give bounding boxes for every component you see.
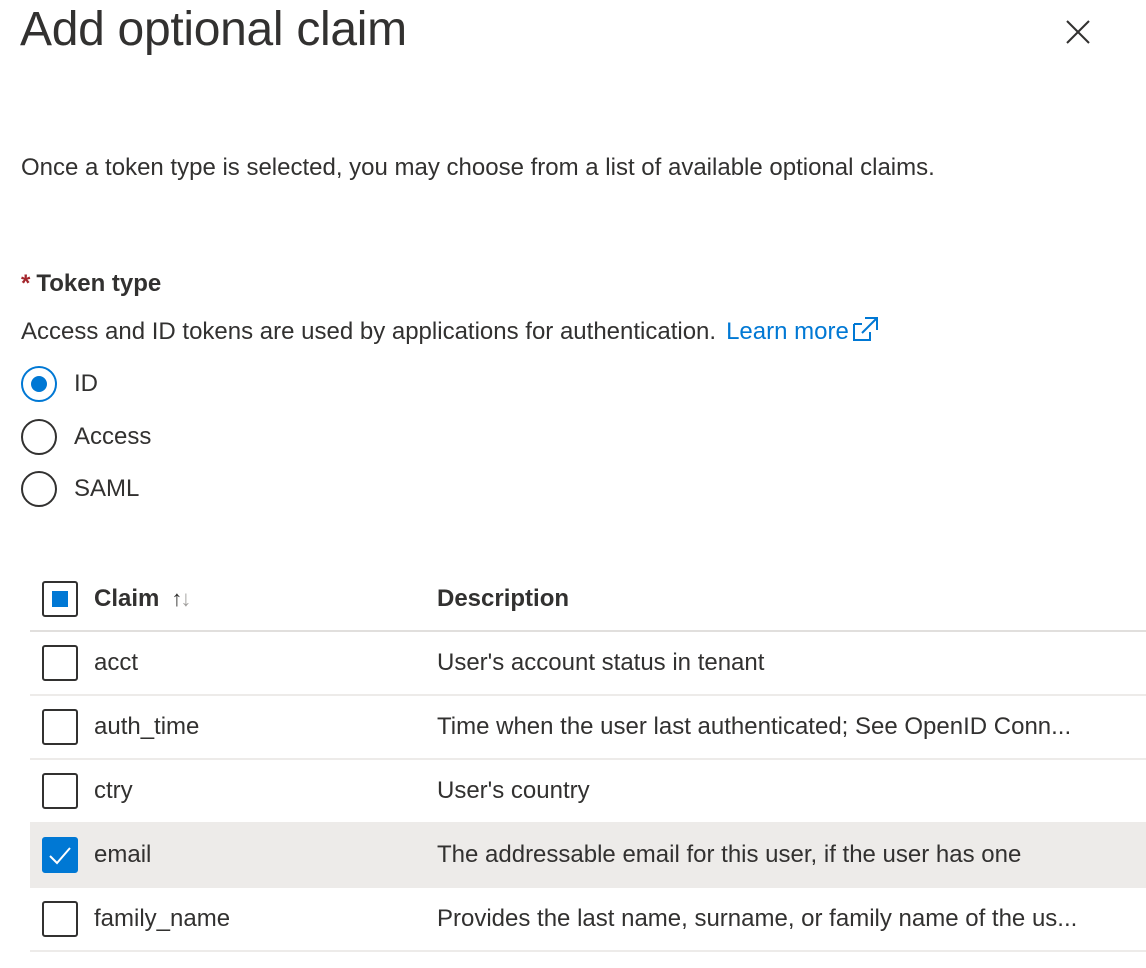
token-type-label-text: Token type bbox=[36, 270, 162, 297]
claim-description: Time when the user last authenticated; S… bbox=[437, 713, 1072, 740]
table-row[interactable]: email The addressable email for this use… bbox=[30, 824, 1146, 888]
description-column-header: Description bbox=[437, 585, 570, 612]
sort-up-icon: ↑ bbox=[171, 586, 182, 611]
select-all-checkbox[interactable] bbox=[42, 581, 78, 617]
radio-option-access[interactable]: Access bbox=[21, 417, 151, 457]
sort-down-icon: ↓ bbox=[180, 586, 191, 611]
required-marker: * bbox=[21, 270, 31, 297]
radio-label-saml: SAML bbox=[74, 475, 140, 502]
radio-option-saml[interactable]: SAML bbox=[21, 469, 139, 509]
claim-name: family_name bbox=[94, 905, 231, 932]
radio-label-access: Access bbox=[74, 423, 152, 450]
radio-label-id: ID bbox=[74, 370, 98, 397]
table-header: Claim ↑↓ Description bbox=[30, 568, 1146, 632]
token-type-help-text: Access and ID tokens are used by applica… bbox=[21, 318, 717, 345]
row-checkbox[interactable] bbox=[42, 773, 78, 809]
learn-more-link[interactable]: Learn more bbox=[726, 317, 879, 345]
claim-description: User's country bbox=[437, 777, 590, 804]
claim-column-header[interactable]: Claim ↑↓ bbox=[94, 585, 437, 613]
token-type-help: Access and ID tokens are used by applica… bbox=[21, 316, 879, 346]
claim-description: Provides the last name, surname, or fami… bbox=[437, 905, 1078, 932]
token-type-label: * Token type bbox=[21, 270, 161, 298]
claims-table: Claim ↑↓ Description acct User's account … bbox=[30, 568, 1146, 952]
sort-icon[interactable]: ↑↓ bbox=[171, 586, 191, 612]
close-icon bbox=[1066, 20, 1090, 44]
row-checkbox[interactable] bbox=[42, 837, 78, 873]
row-checkbox[interactable] bbox=[42, 645, 78, 681]
panel-title: Add optional claim bbox=[20, 3, 407, 56]
claim-name: email bbox=[94, 841, 152, 868]
table-row[interactable]: acct User's account status in tenant bbox=[30, 632, 1146, 696]
claim-name: acct bbox=[94, 649, 139, 676]
checkmark-icon bbox=[49, 847, 71, 865]
claim-name: ctry bbox=[94, 777, 133, 804]
radio-option-id[interactable]: ID bbox=[21, 364, 98, 404]
claim-name: auth_time bbox=[94, 713, 200, 740]
claim-description: User's account status in tenant bbox=[437, 649, 765, 676]
claim-header-label: Claim bbox=[94, 585, 160, 612]
table-row[interactable]: ctry User's country bbox=[30, 760, 1146, 824]
external-link-icon bbox=[852, 317, 878, 341]
row-checkbox[interactable] bbox=[42, 709, 78, 745]
row-checkbox[interactable] bbox=[42, 901, 78, 937]
table-row[interactable]: family_name Provides the last name, surn… bbox=[30, 888, 1146, 952]
intro-text: Once a token type is selected, you may c… bbox=[21, 154, 935, 181]
learn-more-label: Learn more bbox=[726, 318, 849, 345]
table-row[interactable]: auth_time Time when the user last authen… bbox=[30, 696, 1146, 760]
radio-button-saml[interactable] bbox=[21, 471, 57, 507]
radio-button-id[interactable] bbox=[21, 366, 57, 402]
radio-button-access[interactable] bbox=[21, 419, 57, 455]
claim-description: The addressable email for this user, if … bbox=[437, 841, 1022, 868]
close-button[interactable] bbox=[1060, 14, 1096, 50]
